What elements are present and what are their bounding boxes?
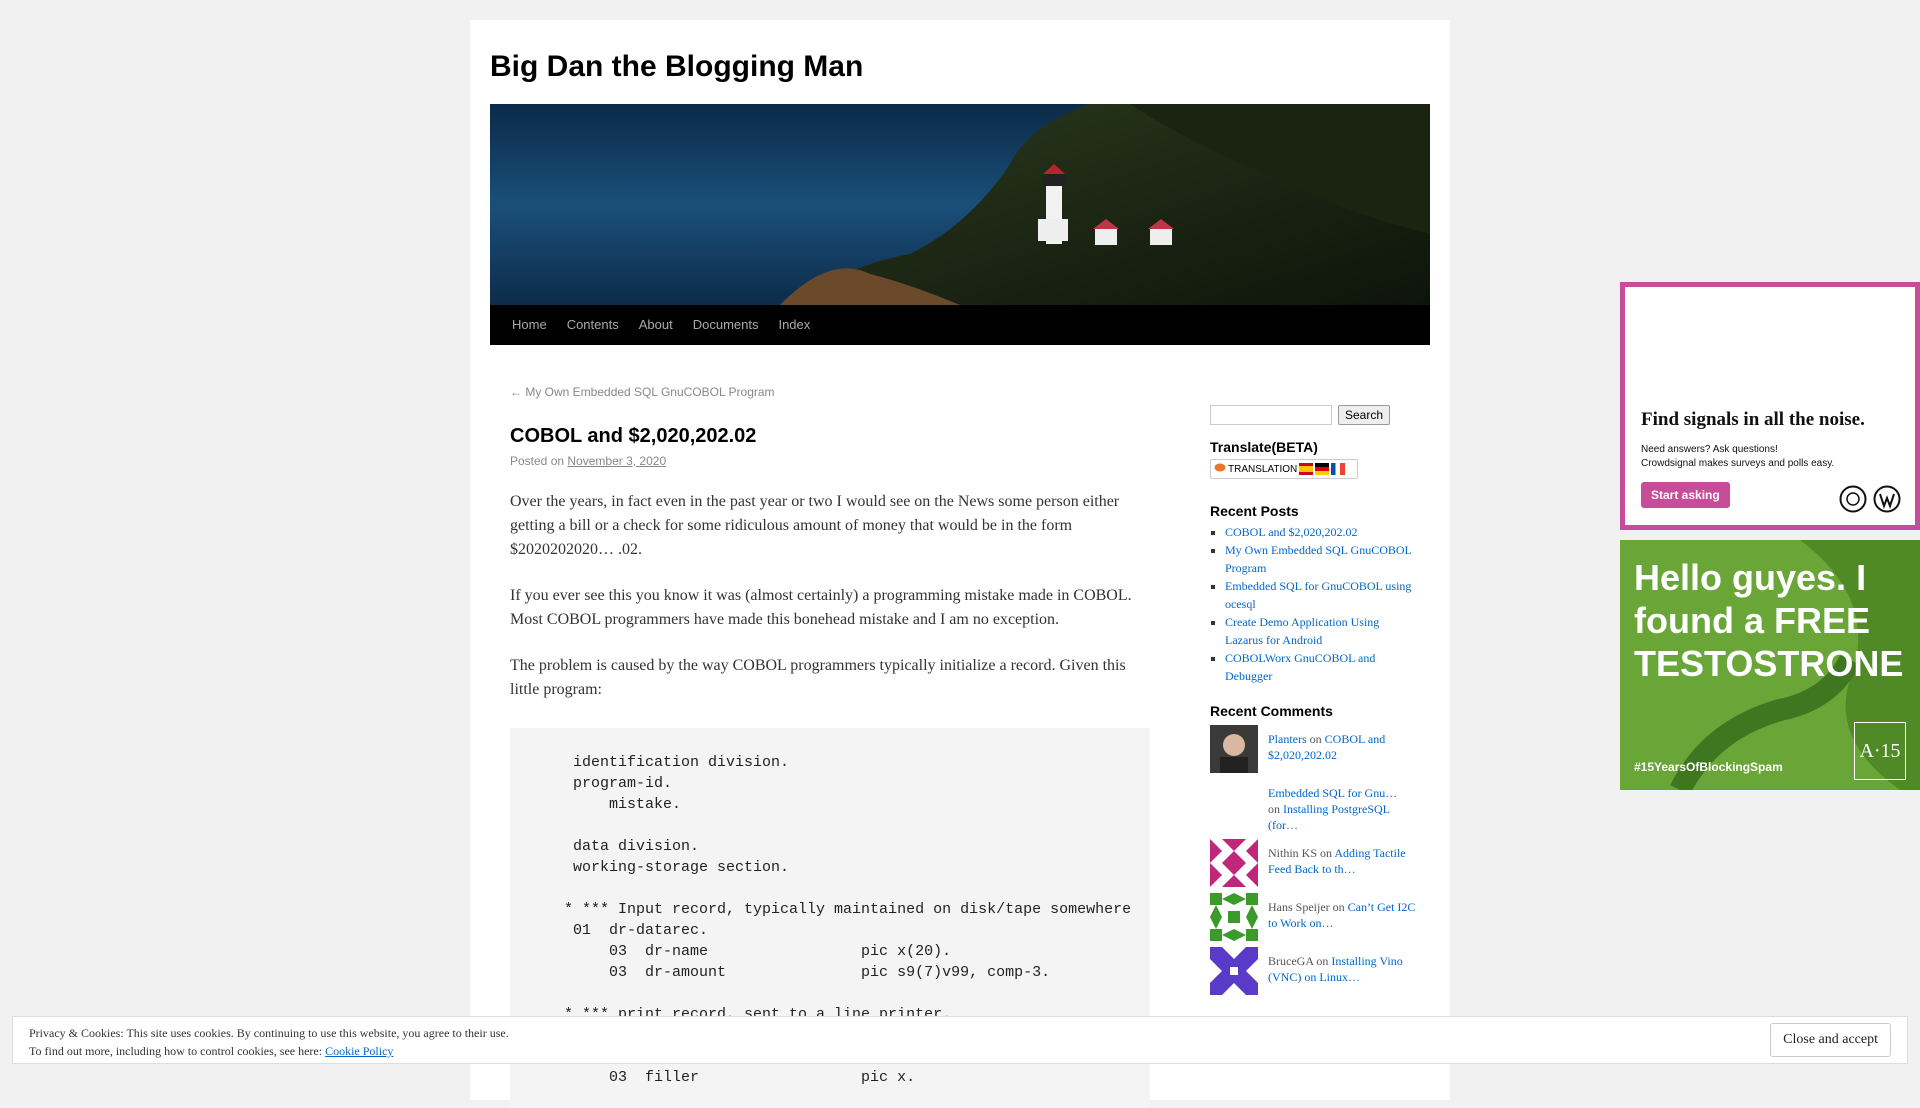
recent-post-link[interactable]: Create Demo Application Using Lazarus fo… [1225,615,1379,647]
crowdsignal-ad[interactable]: Find signals in all the noise. Need answ… [1620,282,1920,530]
post-paragraph: The problem is caused by the way COBOL p… [510,657,1126,698]
post-meta: Posted on November 3, 2020 [510,454,1150,468]
search-input[interactable] [1210,405,1332,425]
avatar [1210,779,1258,827]
comment-text: Nithin KS on Adding Tactile Feed Back to… [1268,839,1420,877]
recent-post-link[interactable]: COBOLWorx GnuCOBOL and Debugger [1225,651,1375,683]
cookie-line: Privacy & Cookies: This site uses cookie… [29,1026,509,1040]
post-date-link[interactable]: November 3, 2020 [567,454,666,468]
recent-post-link[interactable]: COBOL and $2,020,202.02 [1225,525,1358,539]
comment-item: Hans Speijer on Can’t Get I2C to Work on… [1210,893,1420,941]
nav-contents[interactable]: Contents [557,305,629,345]
translate-label: TRANSLATION [1228,463,1298,475]
ad-logos [1839,485,1901,513]
sidebar: Search Translate(BETA) TRANSLATION Recen… [1210,385,1420,995]
comment-item: Planters on COBOL and $2,020,202.02 [1210,725,1420,773]
nav-home[interactable]: Home [502,305,557,345]
list-item: COBOL and $2,020,202.02 [1225,523,1420,541]
comment-text: BruceGA on Installing Vino (VNC) on Linu… [1268,947,1420,985]
comment-on-label: on [1332,900,1345,914]
list-item: COBOLWorx GnuCOBOL and Debugger [1225,649,1420,685]
comment-text: Embedded SQL for Gnu… on Installing Post… [1268,779,1420,833]
page-wrapper: Big Dan the Blogging Man Home Contents A… [470,20,1450,1108]
comment-author-link[interactable]: Planters [1268,732,1307,746]
comment-author: Nithin KS [1268,846,1318,860]
previous-post-link[interactable]: ← My Own Embedded SQL GnuCOBOL Program [510,385,775,399]
ad-subtext-line: Need answers? Ask questions! [1641,444,1778,455]
posted-on-label: Posted on [510,454,565,468]
comment-item: Embedded SQL for Gnu… on Installing Post… [1210,779,1420,833]
crowdsignal-logo-icon [1839,485,1867,513]
comment-item: Nithin KS on Adding Tactile Feed Back to… [1210,839,1420,887]
list-item: Embedded SQL for GnuCOBOL using ocesql [1225,577,1420,613]
translate-title: Translate(BETA) [1210,439,1318,455]
search-button[interactable]: Search [1338,405,1391,425]
list-item: My Own Embedded SQL GnuCOBOL Program [1225,541,1420,577]
search-widget: Search [1210,405,1420,425]
nav-index[interactable]: Index [768,305,820,345]
comment-text: Hans Speijer on Can’t Get I2C to Work on… [1268,893,1420,931]
cookie-text: Privacy & Cookies: This site uses cookie… [29,1024,509,1060]
close-and-accept-button[interactable]: Close and accept [1770,1023,1891,1057]
start-asking-button[interactable]: Start asking [1641,482,1730,508]
avatar[interactable] [1210,947,1258,995]
recent-posts-list: COBOL and $2,020,202.02 My Own Embedded … [1210,523,1420,685]
header-image [490,104,1430,305]
list-item: Create Demo Application Using Lazarus fo… [1225,613,1420,649]
nav-documents[interactable]: Documents [683,305,769,345]
avatar[interactable] [1210,725,1258,773]
post-title: COBOL and $2,020,202.02 [510,425,757,447]
speech-bubble-icon [1214,462,1226,477]
cookie-line: To find out more, including how to contr… [29,1042,509,1060]
spain-flag-icon[interactable] [1299,463,1314,475]
post-paragraph: Over the years, in fact even in the past… [510,493,1120,558]
comment-on-label: on [1268,802,1280,816]
comment-on-label: on [1316,954,1329,968]
ad-hashtag: #15YearsOfBlockingSpam [1634,760,1783,774]
comment-text: Planters on COBOL and $2,020,202.02 [1268,725,1420,763]
cookie-line-prefix: To find out more, including how to contr… [29,1044,323,1058]
ad-headline: Find signals in all the noise. [1641,409,1865,430]
wordpress-logo-icon [1873,485,1901,513]
comment-post-link[interactable]: Installing PostgreSQL (for… [1268,802,1390,832]
comment-author: BruceGA [1268,954,1314,968]
comment-on-label: on [1320,846,1333,860]
main-nav: Home Contents About Documents Index [490,305,1430,345]
translate-badge[interactable]: TRANSLATION [1210,459,1358,479]
recent-post-link[interactable]: My Own Embedded SQL GnuCOBOL Program [1225,543,1411,575]
cookie-policy-link[interactable]: Cookie Policy [325,1044,393,1058]
comment-on-label: on [1309,732,1322,746]
post-paragraph: If you ever see this you know it was (al… [510,587,1132,628]
post-content: ← My Own Embedded SQL GnuCOBOL Program C… [510,385,1150,1108]
germany-flag-icon[interactable] [1315,463,1330,475]
akismet-ad[interactable]: Hello guyes. I found a FREE TESTOSTRONE … [1620,540,1920,790]
nav-about[interactable]: About [629,305,683,345]
previous-post-nav: ← My Own Embedded SQL GnuCOBOL Program [510,385,1150,399]
comment-author-link[interactable]: Embedded SQL for Gnu… [1268,786,1397,800]
cookie-banner: Privacy & Cookies: This site uses cookie… [12,1016,1908,1064]
comment-item: BruceGA on Installing Vino (VNC) on Linu… [1210,947,1420,995]
recent-post-link[interactable]: Embedded SQL for GnuCOBOL using ocesql [1225,579,1411,611]
ad-subtext-line: Crowdsignal makes surveys and polls easy… [1641,458,1835,469]
ad-headline: Hello guyes. I found a FREE TESTOSTRONE [1634,557,1904,684]
avatar[interactable] [1210,839,1258,887]
akismet-logo: A·15 [1854,722,1906,780]
recent-comments-title: Recent Comments [1210,703,1333,719]
france-flag-icon[interactable] [1331,463,1346,475]
site-title[interactable]: Big Dan the Blogging Man [490,50,863,84]
ad-subtext: Need answers? Ask questions! Crowdsignal… [1641,443,1834,471]
comment-author: Hans Speijer [1268,900,1330,914]
recent-posts-title: Recent Posts [1210,503,1299,519]
avatar[interactable] [1210,893,1258,941]
